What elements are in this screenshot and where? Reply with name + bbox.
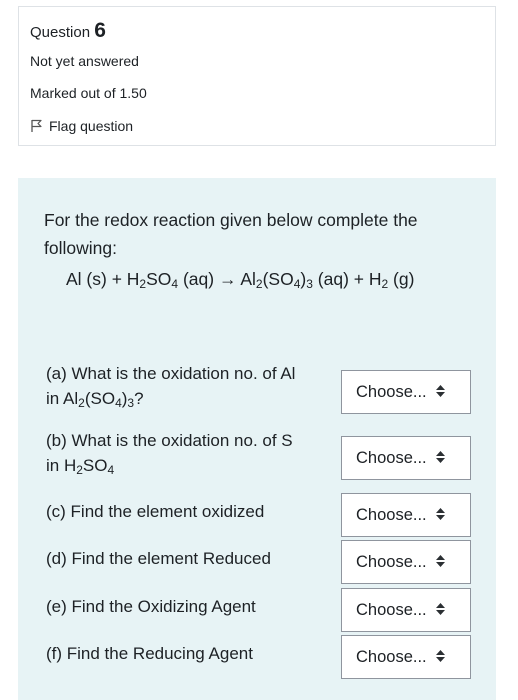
part-f-select[interactable]: Choose... <box>341 635 471 679</box>
question-grade: Marked out of 1.50 <box>30 85 147 101</box>
flag-question-label: Flag question <box>49 118 134 134</box>
flag-icon <box>31 119 42 132</box>
part-a-label: (a) What is the oxidation no. of Al in A… <box>46 364 296 410</box>
part-e-select[interactable]: Choose... <box>341 588 471 632</box>
question-state: Not yet answered <box>30 53 139 69</box>
select-arrows-icon <box>435 601 445 620</box>
part-c-select[interactable]: Choose... <box>341 493 471 537</box>
question-number: Question 6 <box>30 19 106 43</box>
part-a-select[interactable]: Choose... <box>341 370 471 414</box>
select-arrows-icon <box>435 553 445 572</box>
part-b-select[interactable]: Choose... <box>341 436 471 480</box>
part-b-select-value: Choose... <box>356 448 427 467</box>
reaction-equation: Al (s) + H2SO4 (aq) → Al2(SO4)3 (aq) + H… <box>66 269 415 291</box>
part-e-label: (e) Find the Oxidizing Agent <box>46 597 256 616</box>
select-arrows-icon <box>435 449 445 468</box>
part-d-label: (d) Find the element Reduced <box>46 549 271 568</box>
part-e-select-value: Choose... <box>356 600 427 619</box>
question-text: For the redox reaction given below compl… <box>44 210 418 258</box>
part-a-select-value: Choose... <box>356 382 427 401</box>
part-d-select-value: Choose... <box>356 552 427 571</box>
question-number-value: 6 <box>94 19 106 42</box>
select-arrows-icon <box>435 383 445 402</box>
question-info-panel: Question 6 Not yet answered Marked out o… <box>18 6 496 146</box>
part-f-label: (f) Find the Reducing Agent <box>46 644 253 663</box>
question-label: Question <box>30 24 91 41</box>
part-c-select-value: Choose... <box>356 505 427 524</box>
select-arrows-icon <box>435 506 445 525</box>
part-d-select[interactable]: Choose... <box>341 540 471 584</box>
select-arrows-icon <box>435 648 445 667</box>
question-content: For the redox reaction given below compl… <box>18 178 496 700</box>
part-b-label: (b) What is the oxidation no. of S in H2… <box>46 431 293 477</box>
part-f-select-value: Choose... <box>356 647 427 666</box>
part-c-label: (c) Find the element oxidized <box>46 502 265 521</box>
flag-question-link[interactable]: Flag question <box>30 118 133 134</box>
